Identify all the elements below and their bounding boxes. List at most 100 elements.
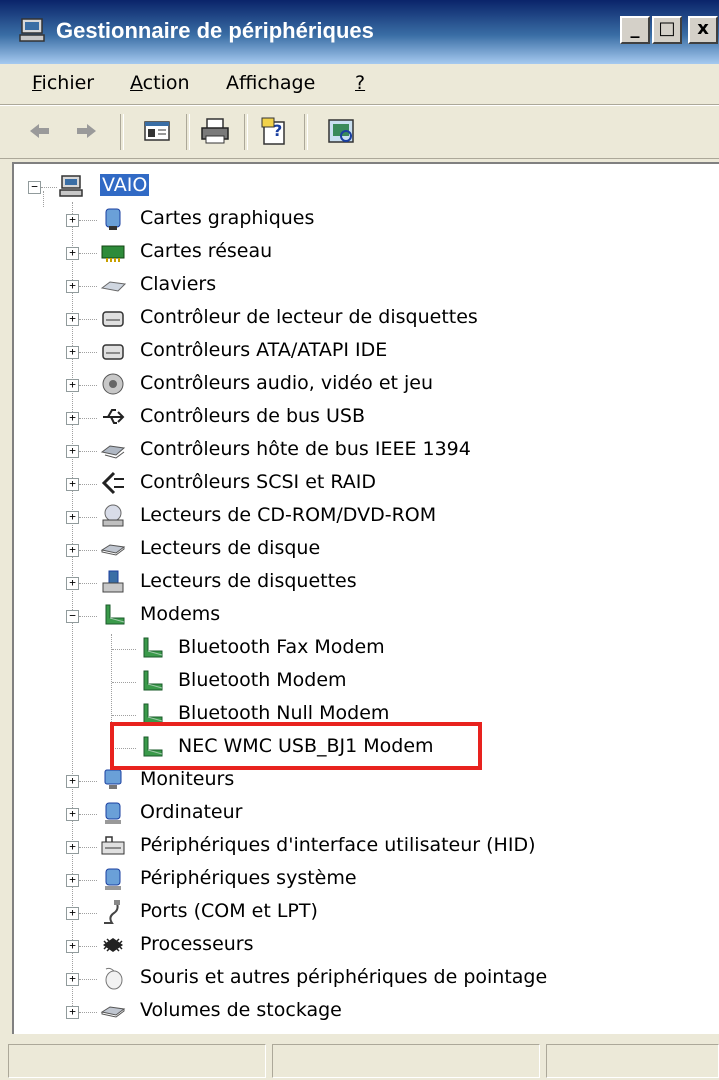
tree-guide bbox=[79, 517, 97, 518]
tree-node-category[interactable]: + Lecteurs de CD-ROM/DVD-ROM bbox=[14, 500, 719, 533]
tree-node-modems[interactable]: − Modems bbox=[14, 599, 719, 632]
collapse-toggle[interactable]: − bbox=[66, 610, 79, 623]
tree-label: Contrôleur de lecteur de disquettes bbox=[140, 306, 478, 328]
processor-icon bbox=[100, 932, 126, 958]
tree-node-category[interactable]: + Lecteurs de disque bbox=[14, 533, 719, 566]
tree-node-category[interactable]: + Périphériques système bbox=[14, 863, 719, 896]
tree-node-category[interactable]: + Contrôleurs audio, vidéo et jeu bbox=[14, 368, 719, 401]
tree-node-category[interactable]: + Claviers bbox=[14, 269, 719, 302]
menu-affichage[interactable]: Affichage bbox=[226, 72, 315, 94]
tree-node-category[interactable]: + Souris et autres périphériques de poin… bbox=[14, 962, 719, 995]
scan-hardware-icon[interactable] bbox=[324, 114, 358, 148]
status-pane bbox=[8, 1044, 266, 1078]
tree-label: Lecteurs de disquettes bbox=[140, 570, 357, 592]
device-tree[interactable]: − VAIO + Cartes graphiques + Cartes rése… bbox=[12, 162, 719, 1034]
monitor-icon bbox=[100, 767, 126, 793]
tree-node-category[interactable]: + Processeurs bbox=[14, 929, 719, 962]
tree-node-category[interactable]: + Contrôleurs SCSI et RAID bbox=[14, 467, 719, 500]
expand-toggle[interactable]: + bbox=[66, 874, 79, 887]
maximize-button[interactable]: □ bbox=[652, 16, 682, 44]
expand-toggle[interactable]: + bbox=[66, 577, 79, 590]
menu-action[interactable]: Action bbox=[130, 72, 190, 94]
device-manager-icon bbox=[18, 16, 46, 44]
expand-toggle[interactable]: + bbox=[66, 808, 79, 821]
print-icon[interactable] bbox=[198, 114, 232, 148]
tree-label: Ordinateur bbox=[140, 801, 243, 823]
mouse-icon bbox=[100, 965, 126, 991]
tree-node-category[interactable]: + Ports (COM et LPT) bbox=[14, 896, 719, 929]
tree-label-root: VAIO bbox=[100, 174, 150, 196]
expand-toggle[interactable]: + bbox=[66, 280, 79, 293]
menu-help[interactable]: ? bbox=[355, 72, 365, 94]
tree-node-category[interactable]: + Volumes de stockage bbox=[14, 995, 719, 1028]
tree-node-category[interactable]: + Contrôleurs de bus USB bbox=[14, 401, 719, 434]
tree-node-category[interactable]: + Lecteurs de disquettes bbox=[14, 566, 719, 599]
show-hide-tree-icon[interactable] bbox=[140, 114, 174, 148]
tree-node-category[interactable]: + Périphériques d'interface utilisateur … bbox=[14, 830, 719, 863]
tree-label: Moniteurs bbox=[140, 768, 235, 790]
expand-toggle[interactable]: + bbox=[66, 313, 79, 326]
minimize-button[interactable]: _ bbox=[620, 16, 650, 44]
forward-icon[interactable] bbox=[70, 114, 104, 148]
tree-node-root[interactable]: − VAIO bbox=[14, 170, 719, 203]
tree-label: Processeurs bbox=[140, 933, 254, 955]
tree-label: Claviers bbox=[140, 273, 217, 295]
expand-toggle[interactable]: + bbox=[66, 478, 79, 491]
tree-node-category[interactable]: + Cartes graphiques bbox=[14, 203, 719, 236]
highlight-annotation bbox=[110, 722, 482, 770]
tree-label: Souris et autres périphériques de pointa… bbox=[140, 966, 548, 988]
expand-toggle[interactable]: + bbox=[66, 214, 79, 227]
scsi-icon bbox=[100, 470, 126, 496]
toolbar: ? bbox=[0, 105, 719, 159]
system-device-icon bbox=[100, 866, 126, 892]
tree-guide bbox=[79, 1012, 97, 1013]
tree-label: Lecteurs de CD-ROM/DVD-ROM bbox=[140, 504, 437, 526]
tree-label: Lecteurs de disque bbox=[140, 537, 321, 559]
tree-guide bbox=[79, 583, 97, 584]
tree-guide bbox=[112, 649, 136, 650]
status-pane bbox=[546, 1044, 719, 1078]
status-bar bbox=[0, 1040, 719, 1080]
tree-guide bbox=[79, 253, 97, 254]
expand-toggle[interactable]: + bbox=[66, 379, 79, 392]
tree-node-device[interactable]: Bluetooth Fax Modem bbox=[14, 632, 719, 665]
tree-guide bbox=[79, 814, 97, 815]
toolbar-separator bbox=[120, 114, 124, 150]
expand-toggle[interactable]: + bbox=[66, 775, 79, 788]
modem-icon bbox=[100, 602, 126, 628]
toolbar-separator bbox=[186, 114, 190, 150]
tree-guide bbox=[112, 715, 136, 716]
expand-toggle[interactable]: + bbox=[66, 511, 79, 524]
expand-toggle[interactable]: + bbox=[66, 973, 79, 986]
tree-node-category[interactable]: + Contrôleurs ATA/ATAPI IDE bbox=[14, 335, 719, 368]
collapse-toggle[interactable]: − bbox=[28, 181, 41, 194]
expand-toggle[interactable]: + bbox=[66, 907, 79, 920]
expand-toggle[interactable]: + bbox=[66, 1006, 79, 1019]
close-button[interactable]: x bbox=[688, 16, 718, 44]
expand-toggle[interactable]: + bbox=[66, 841, 79, 854]
tree-label: Cartes réseau bbox=[140, 240, 273, 262]
expand-toggle[interactable]: + bbox=[66, 445, 79, 458]
tree-node-category[interactable]: + Cartes réseau bbox=[14, 236, 719, 269]
ide-controller-icon bbox=[100, 338, 126, 364]
expand-toggle[interactable]: + bbox=[66, 544, 79, 557]
expand-toggle[interactable]: + bbox=[66, 412, 79, 425]
expand-toggle[interactable]: + bbox=[66, 940, 79, 953]
tree-guide bbox=[79, 979, 97, 980]
keyboard-icon bbox=[100, 272, 126, 298]
tree-node-device[interactable]: Bluetooth Modem bbox=[14, 665, 719, 698]
expand-toggle[interactable]: + bbox=[66, 247, 79, 260]
status-pane bbox=[272, 1044, 540, 1078]
disk-drive-icon bbox=[100, 536, 126, 562]
tree-node-category[interactable]: + Ordinateur bbox=[14, 797, 719, 830]
back-icon[interactable] bbox=[22, 114, 56, 148]
expand-toggle[interactable]: + bbox=[66, 346, 79, 359]
cdrom-icon bbox=[100, 503, 126, 529]
tree-label: Modems bbox=[140, 603, 221, 625]
tree-node-category[interactable]: + Contrôleurs hôte de bus IEEE 1394 bbox=[14, 434, 719, 467]
floppy-drive-icon bbox=[100, 569, 126, 595]
tree-node-category[interactable]: + Contrôleur de lecteur de disquettes bbox=[14, 302, 719, 335]
help-properties-icon[interactable]: ? bbox=[258, 114, 292, 148]
title-bar[interactable]: Gestionnaire de périphériques _ □ x bbox=[0, 0, 719, 64]
menu-fichier[interactable]: Fichier bbox=[32, 72, 94, 94]
